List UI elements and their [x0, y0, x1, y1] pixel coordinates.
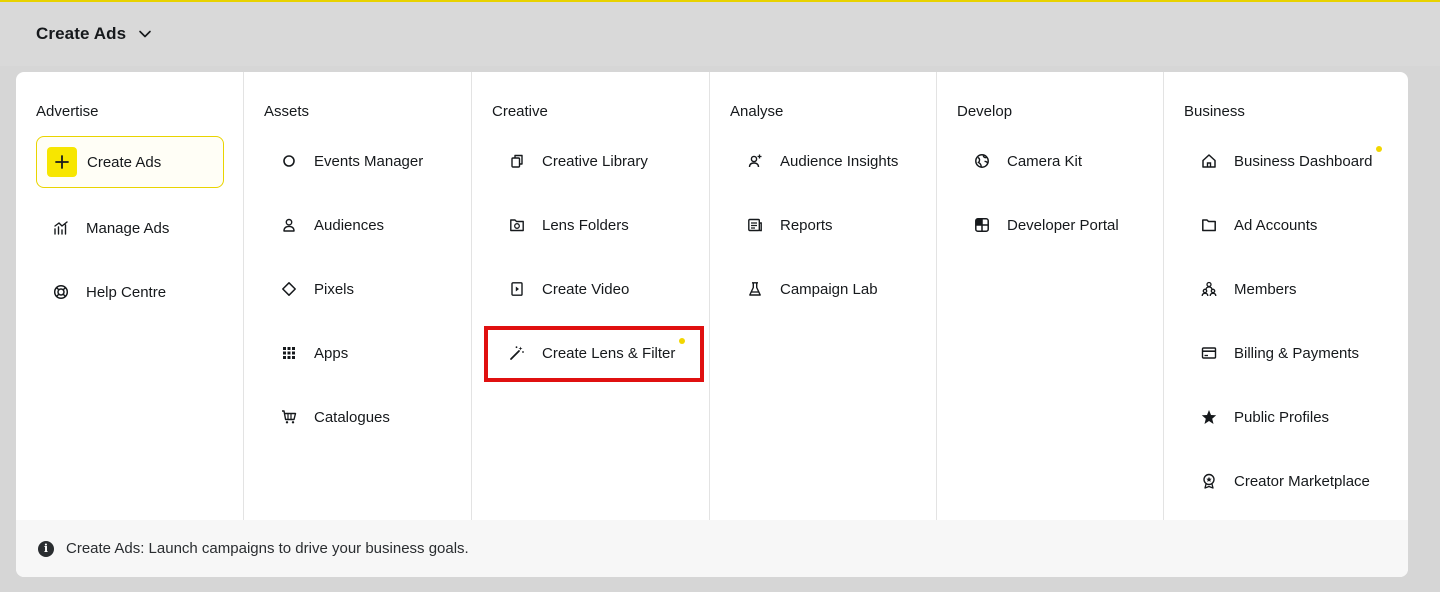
column-heading: Advertise [36, 103, 99, 120]
menu-item-manage-ads[interactable]: Manage Ads [36, 202, 169, 254]
audience-insights-icon [746, 152, 764, 170]
menu-item-creator-marketplace[interactable]: Creator Marketplace [1184, 455, 1370, 507]
column-heading: Creative [492, 103, 548, 120]
dev-portal-icon [973, 216, 991, 234]
menu-item-label: Ad Accounts [1234, 216, 1318, 234]
menu-item-label: Pixels [314, 280, 355, 298]
magic-wand-icon [508, 344, 526, 362]
chart-icon [52, 219, 70, 237]
plus-icon [47, 147, 77, 177]
footer-description: Create Ads: Launch campaigns to drive yo… [66, 540, 469, 557]
menu-item-label: Developer Portal [1007, 216, 1119, 234]
person-icon [280, 216, 298, 234]
column-analyse: Analyse Audience Insights Reports Campai… [710, 72, 937, 520]
flask-icon [746, 280, 764, 298]
mega-menu-panel: Advertise Create Ads Manage Ads Help Cen… [16, 72, 1408, 577]
lifebuoy-icon [52, 283, 70, 301]
menu-item-label: Creator Marketplace [1234, 472, 1370, 490]
menu-item-reports[interactable]: Reports [730, 199, 833, 251]
menu-item-creative-library[interactable]: Creative Library [492, 135, 648, 187]
grid-icon [280, 344, 298, 362]
column-heading: Develop [957, 103, 1013, 120]
menu-item-camera-kit[interactable]: Camera Kit [957, 135, 1082, 187]
menu-item-campaign-lab[interactable]: Campaign Lab [730, 263, 878, 315]
menu-item-lens-folders[interactable]: Lens Folders [492, 199, 629, 251]
column-develop: Develop Camera Kit Developer Portal [937, 72, 1164, 520]
menu-item-label: Lens Folders [542, 216, 629, 234]
video-icon [508, 280, 526, 298]
column-heading: Assets [264, 103, 310, 120]
menu-item-label: Help Centre [86, 283, 167, 301]
menu-item-label: Create Video [542, 280, 630, 298]
menu-item-label: Events Manager [314, 152, 424, 170]
menu-item-apps[interactable]: Apps [264, 327, 348, 379]
column-advertise: Advertise Create Ads Manage Ads Help Cen… [16, 72, 244, 520]
column-creative: Creative Creative Library Lens Folders C… [472, 72, 710, 520]
column-heading: Analyse [730, 103, 784, 120]
menu-item-audience-insights[interactable]: Audience Insights [730, 135, 898, 187]
menu-item-developer-portal[interactable]: Developer Portal [957, 199, 1119, 251]
menu-item-billing-payments[interactable]: Billing & Payments [1184, 327, 1359, 379]
menu-item-label: Members [1234, 280, 1297, 298]
menu-item-label: Public Profiles [1234, 408, 1330, 426]
top-bar: Create Ads [0, 2, 1440, 66]
card-icon [1200, 344, 1218, 362]
create-ads-label: Create Ads [87, 153, 162, 171]
create-ads-button[interactable]: Create Ads [36, 136, 224, 188]
menu-item-create-lens-filter[interactable]: Create Lens & Filter [492, 327, 675, 379]
menu-item-label: Reports [780, 216, 833, 234]
badge-icon [1200, 472, 1218, 490]
report-icon [746, 216, 764, 234]
menu-item-label: Catalogues [314, 408, 390, 426]
menu-item-audiences[interactable]: Audiences [264, 199, 384, 251]
chevron-down-icon[interactable] [138, 27, 152, 41]
menu-item-label: Create Lens & Filter [542, 344, 676, 362]
menu-item-ad-accounts[interactable]: Ad Accounts [1184, 199, 1317, 251]
cart-icon [280, 408, 298, 426]
column-business: Business Business Dashboard Ad Accounts … [1164, 72, 1408, 520]
menu-item-label: Business Dashboard [1234, 152, 1373, 170]
menu-item-public-profiles[interactable]: Public Profiles [1184, 391, 1329, 443]
copy-icon [508, 152, 526, 170]
folder-icon [1200, 216, 1218, 234]
menu-item-label: Audiences [314, 216, 385, 234]
menu-item-business-dashboard[interactable]: Business Dashboard [1184, 135, 1372, 187]
new-indicator-dot [1376, 146, 1382, 152]
menu-item-create-video[interactable]: Create Video [492, 263, 629, 315]
menu-item-help-centre[interactable]: Help Centre [36, 266, 166, 318]
menu-item-events-manager[interactable]: Events Manager [264, 135, 423, 187]
menu-title[interactable]: Create Ads [36, 24, 126, 44]
menu-footer: i Create Ads: Launch campaigns to drive … [16, 520, 1408, 577]
info-icon: i [38, 540, 54, 557]
new-indicator-dot [679, 338, 685, 344]
home-icon [1200, 152, 1218, 170]
menu-item-members[interactable]: Members [1184, 263, 1297, 315]
star-icon [1200, 408, 1218, 426]
menu-item-label: Audience Insights [780, 152, 899, 170]
globe-icon [973, 152, 991, 170]
menu-item-catalogues[interactable]: Catalogues [264, 391, 390, 443]
menu-item-label: Campaign Lab [780, 280, 878, 298]
menu-item-label: Manage Ads [86, 219, 170, 237]
menu-item-label: Camera Kit [1007, 152, 1083, 170]
menu-item-label: Billing & Payments [1234, 344, 1360, 362]
members-icon [1200, 280, 1218, 298]
menu-item-pixels[interactable]: Pixels [264, 263, 354, 315]
circle-icon [280, 152, 298, 170]
menu-item-label: Apps [314, 344, 349, 362]
diamond-icon [280, 280, 298, 298]
column-assets: Assets Events Manager Audiences Pixels A… [244, 72, 472, 520]
column-heading: Business [1184, 103, 1245, 120]
menu-item-label: Creative Library [542, 152, 648, 170]
camera-folder-icon [508, 216, 526, 234]
